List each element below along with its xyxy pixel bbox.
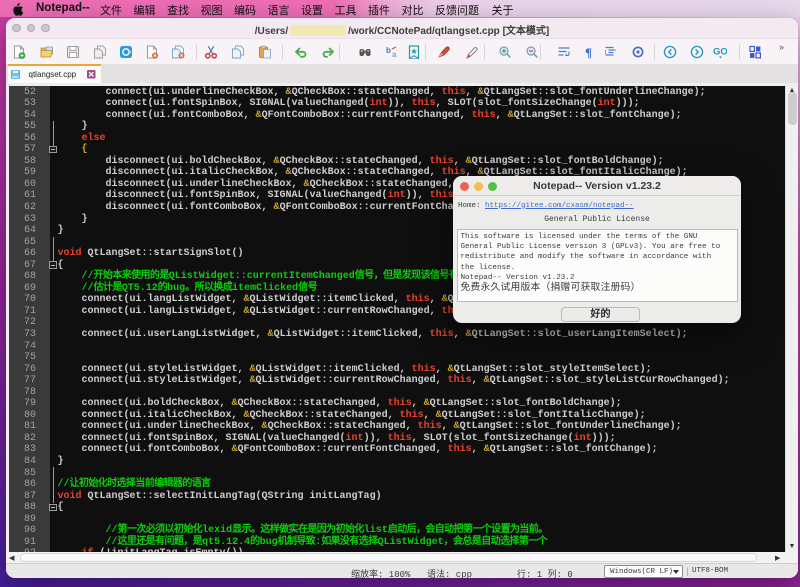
svg-text:¶: ¶ [585,45,592,59]
svg-text:a: a [392,50,397,59]
svg-text:GO: GO [713,47,727,58]
svg-text:b: b [386,46,391,55]
